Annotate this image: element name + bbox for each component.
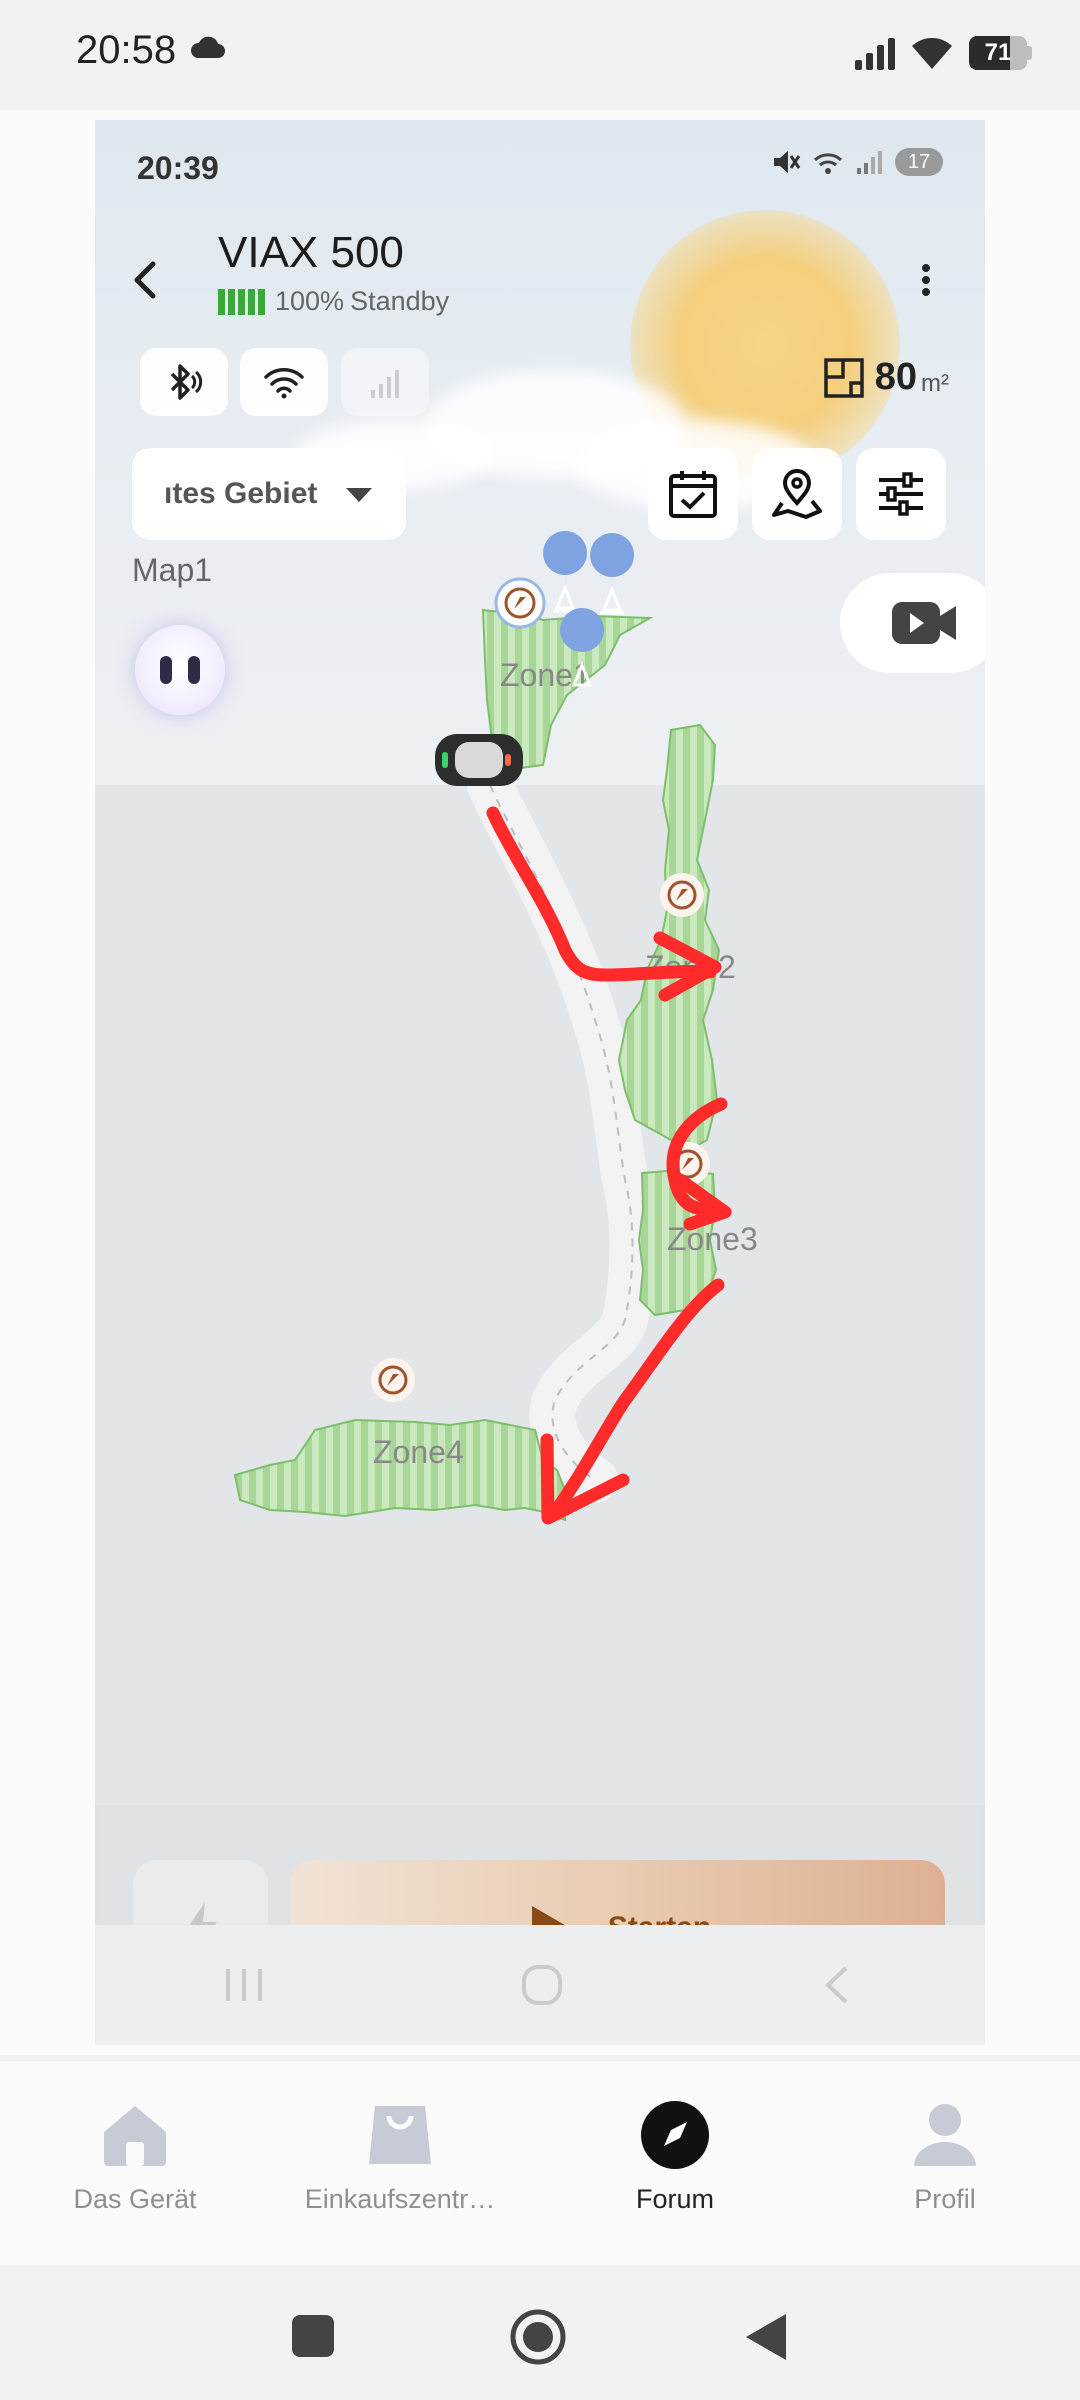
home-icon: [104, 2106, 166, 2166]
system-nav-bar: [0, 2265, 1080, 2400]
back-icon: [825, 1966, 848, 2004]
obstacle-marker[interactable]: [543, 531, 588, 620]
zone-3-label: Zone3: [667, 1221, 758, 1257]
embedded-app-screenshot: 20:39 17 VIAX 500 100% Standby 80 m² ıte…: [95, 120, 985, 2045]
home-circle-icon: [521, 1965, 562, 2005]
home-button[interactable]: [509, 2308, 567, 2366]
tab-einkaufszentrum[interactable]: Einkaufszentr…: [275, 2100, 525, 2240]
zone-4-label: Zone4: [373, 1434, 464, 1470]
shopping-bag-icon: [369, 2106, 431, 2164]
recents-icon: [225, 1969, 262, 2001]
robot-mower-icon[interactable]: [435, 734, 523, 786]
tab-label: Profil: [914, 2184, 976, 2214]
outer-clock: 20:58: [76, 28, 177, 72]
tab-label: Einkaufszentr…: [304, 2184, 496, 2214]
zone-2-start-marker[interactable]: [660, 873, 704, 917]
back-button[interactable]: [742, 2310, 790, 2364]
outer-status-icons: 71: [855, 28, 1032, 78]
tab-das-geraet[interactable]: Das Gerät: [10, 2100, 260, 2240]
obstacle-marker[interactable]: [590, 533, 635, 622]
tab-label: Forum: [635, 2184, 714, 2214]
tab-label: Das Gerät: [73, 2184, 197, 2214]
cloud-icon: [190, 36, 225, 58]
inner-system-nav: [95, 1925, 985, 2045]
recents-button[interactable]: [290, 2313, 336, 2359]
map-canvas[interactable]: Zone1 Zone2 Zone3 Zone4: [95, 120, 985, 1805]
zone-1-start-marker[interactable]: [494, 577, 546, 629]
tab-forum[interactable]: Forum: [550, 2100, 800, 2240]
cellular-signal-icon: [855, 36, 895, 70]
battery-icon: 71: [969, 36, 1032, 70]
compass-icon: [641, 2101, 709, 2169]
wifi-icon: [912, 38, 952, 69]
tab-profil[interactable]: Profil: [820, 2100, 1070, 2240]
person-icon: [914, 2104, 976, 2166]
mowing-path: [467, 762, 656, 1503]
zone-4-start-marker[interactable]: [371, 1358, 415, 1402]
